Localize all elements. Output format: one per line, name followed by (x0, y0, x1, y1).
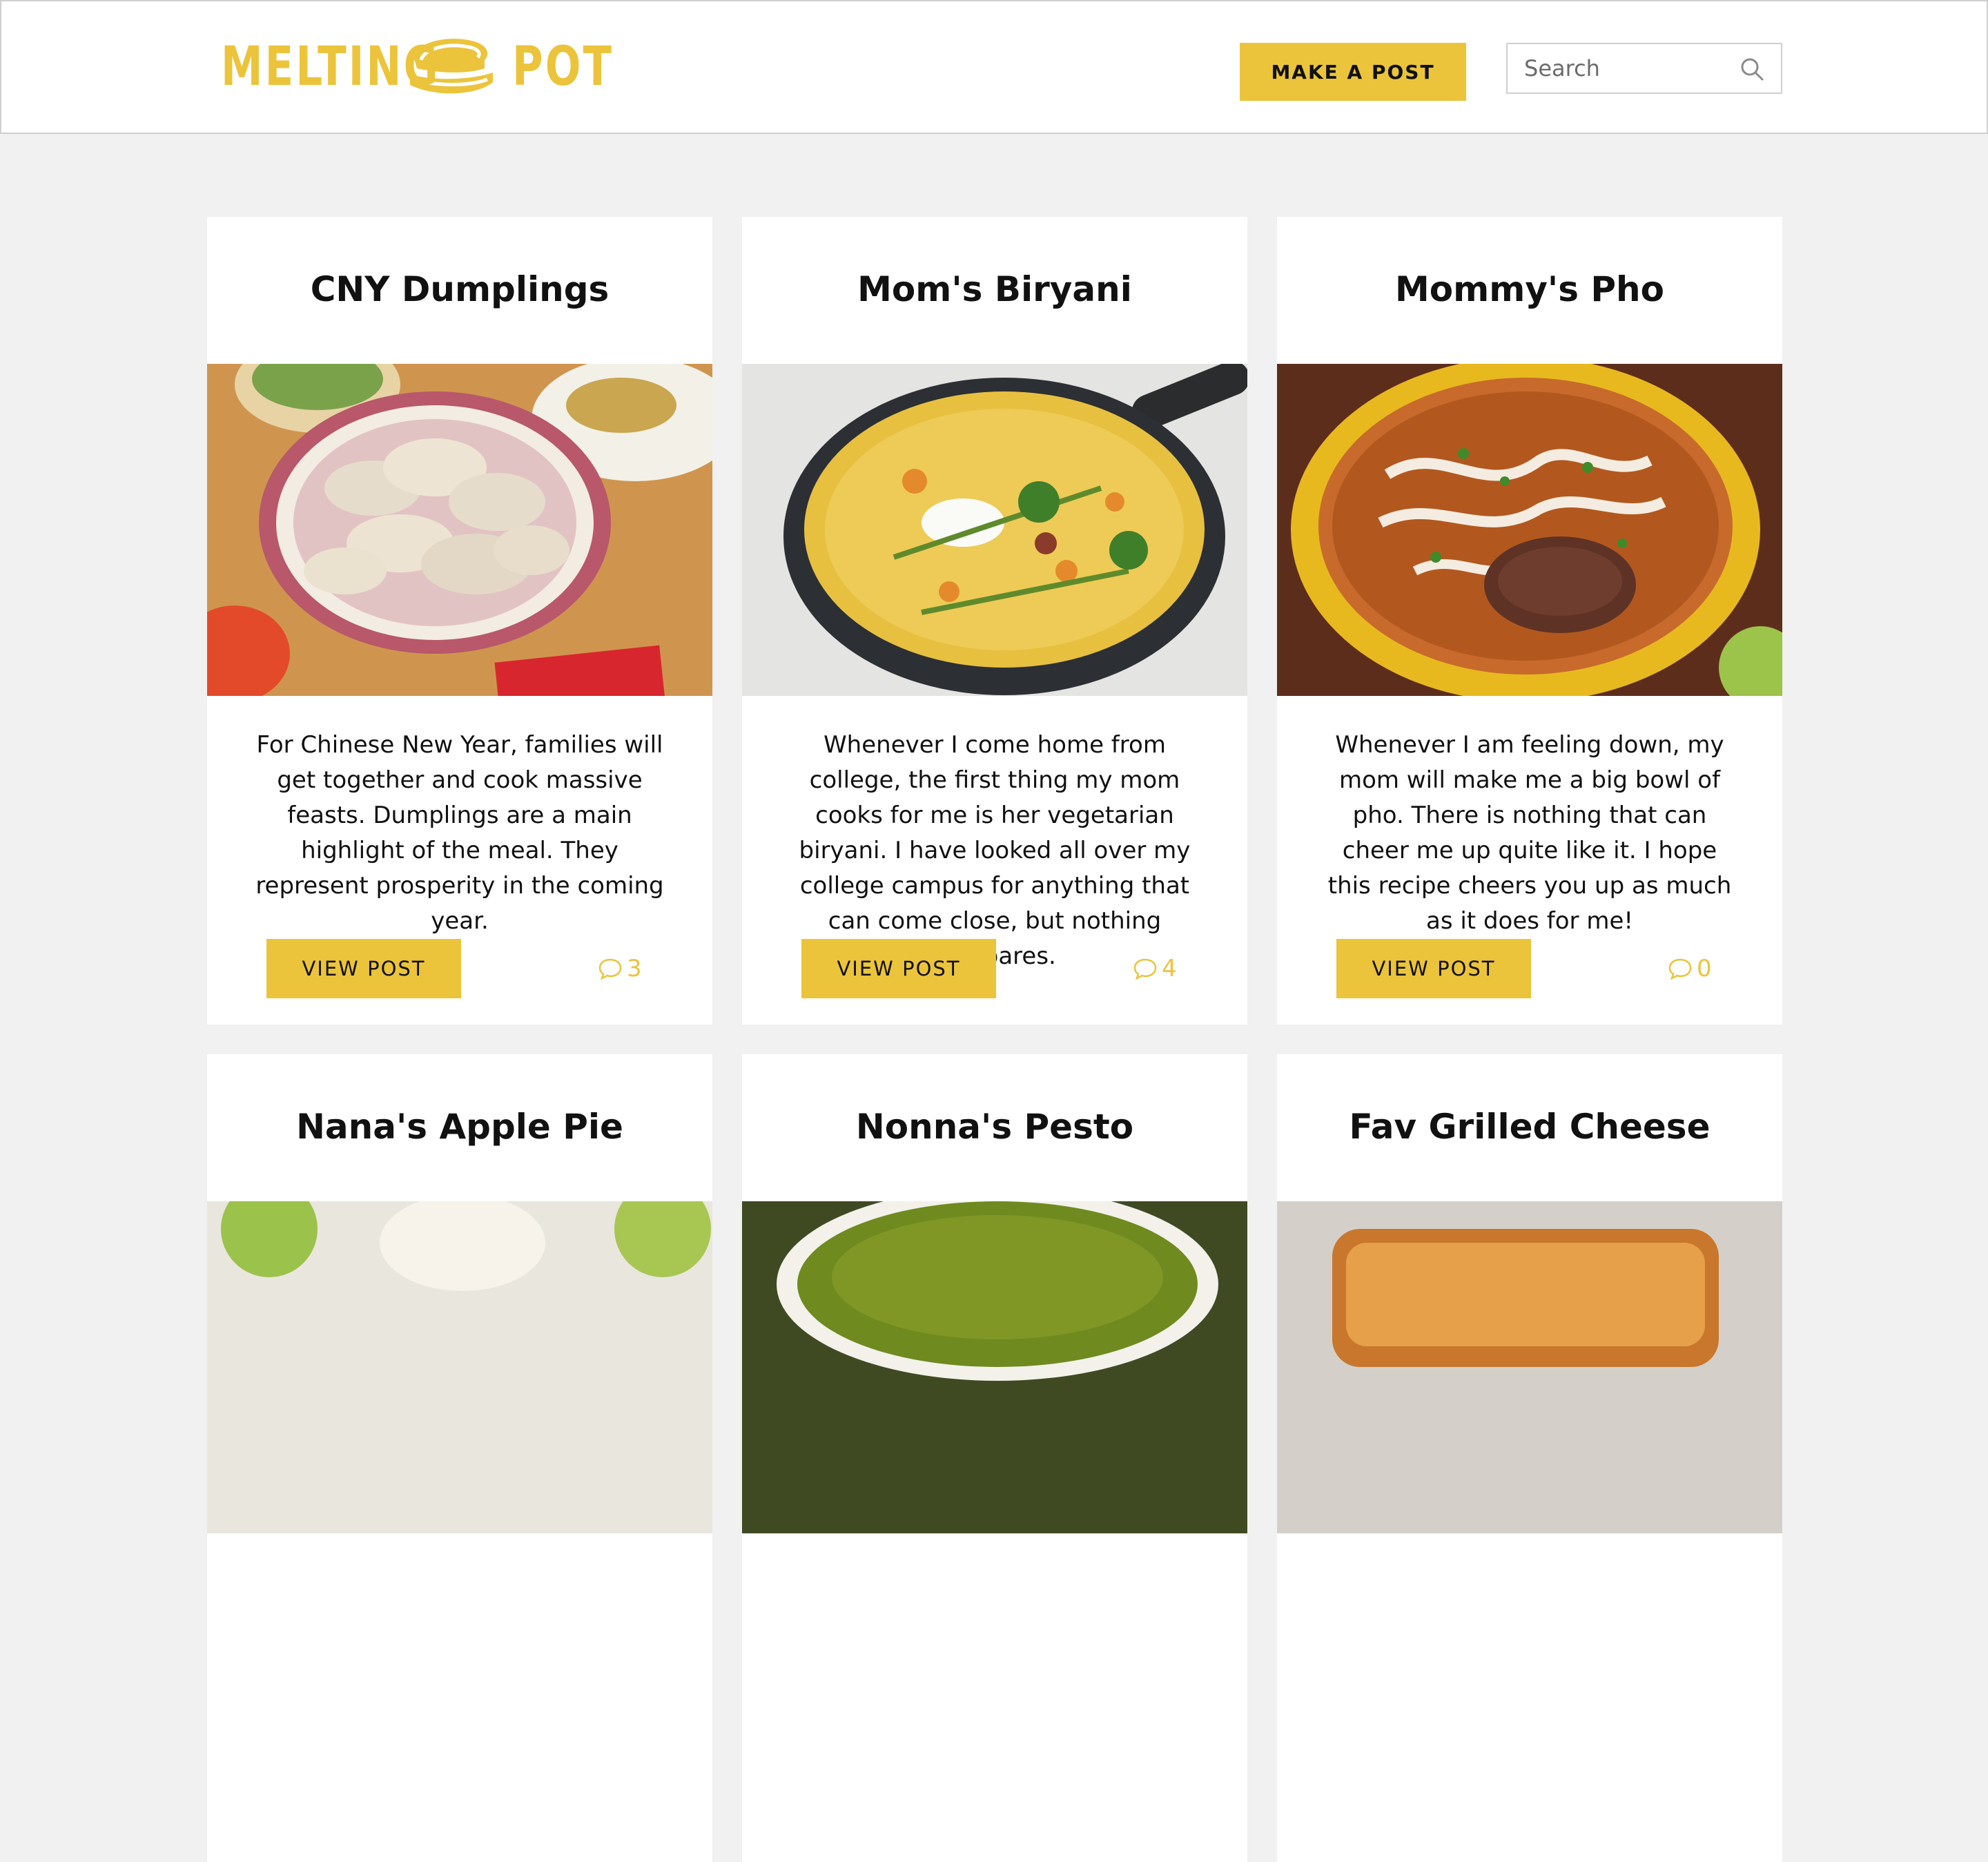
post-card: Fav Grilled Cheese (1277, 1054, 1782, 1862)
view-post-button[interactable]: VIEW POST (1336, 939, 1531, 998)
search-input[interactable] (1508, 55, 1733, 82)
apple-pie-photo (207, 1201, 712, 1533)
biryani-photo (742, 364, 1247, 696)
view-post-button[interactable]: VIEW POST (266, 939, 461, 998)
comment-bubble-icon (1668, 958, 1692, 980)
search-box (1506, 43, 1782, 94)
post-image[interactable] (1277, 1201, 1782, 1533)
comment-count-value: 0 (1697, 955, 1712, 982)
post-description: Whenever I come home from college, the f… (799, 731, 1191, 970)
post-card: Nonna's Pesto (742, 1054, 1247, 1862)
top-header: MELTING POT MAKE A POST (0, 0, 1988, 134)
post-image[interactable] (742, 364, 1247, 696)
grilled-cheese-photo (1277, 1201, 1782, 1533)
post-image[interactable] (1277, 364, 1782, 696)
post-image[interactable] (742, 1201, 1247, 1533)
pesto-photo (742, 1201, 1247, 1533)
comment-count[interactable]: 3 (598, 953, 642, 985)
post-image[interactable] (207, 1201, 712, 1533)
post-description: Whenever I am feeling down, my mom will … (1327, 731, 1732, 935)
make-a-post-button[interactable]: MAKE A POST (1240, 43, 1466, 101)
pho-photo (1277, 364, 1782, 696)
post-card: Nana's Apple Pie (207, 1054, 712, 1862)
post-description: For Chinese New Year, families will get … (255, 731, 664, 935)
post-image[interactable] (207, 364, 712, 696)
view-post-button[interactable]: VIEW POST (801, 939, 996, 998)
logo-word-pot: POT (512, 36, 614, 98)
comment-count[interactable]: 0 (1668, 953, 1712, 985)
post-title[interactable]: Nana's Apple Pie (207, 1054, 712, 1199)
post-title[interactable]: Mommy's Pho (1277, 217, 1782, 362)
post-title[interactable]: Mom's Biryani (742, 217, 1247, 362)
post-card: Mommy's Pho Whenever I am feeling down, … (1277, 217, 1782, 1025)
post-card: Mom's Biryani Whenever I come home from … (742, 217, 1247, 1025)
logo-word-melting: MELTING (221, 36, 440, 98)
site-logo[interactable]: MELTING POT (221, 29, 623, 105)
comment-count-value: 3 (627, 955, 642, 982)
comment-bubble-icon (598, 958, 622, 980)
posts-grid: CNY Dumplings For Chinese New Year, fami… (207, 217, 1782, 1862)
comment-count-value: 4 (1162, 955, 1177, 982)
comment-count[interactable]: 4 (1133, 953, 1177, 985)
post-title[interactable]: CNY Dumplings (207, 217, 712, 362)
post-card: CNY Dumplings For Chinese New Year, fami… (207, 217, 712, 1025)
post-title[interactable]: Nonna's Pesto (742, 1054, 1247, 1199)
search-icon[interactable] (1740, 57, 1764, 81)
comment-bubble-icon (1133, 958, 1157, 980)
post-title[interactable]: Fav Grilled Cheese (1277, 1054, 1782, 1199)
dumplings-photo (207, 364, 712, 696)
